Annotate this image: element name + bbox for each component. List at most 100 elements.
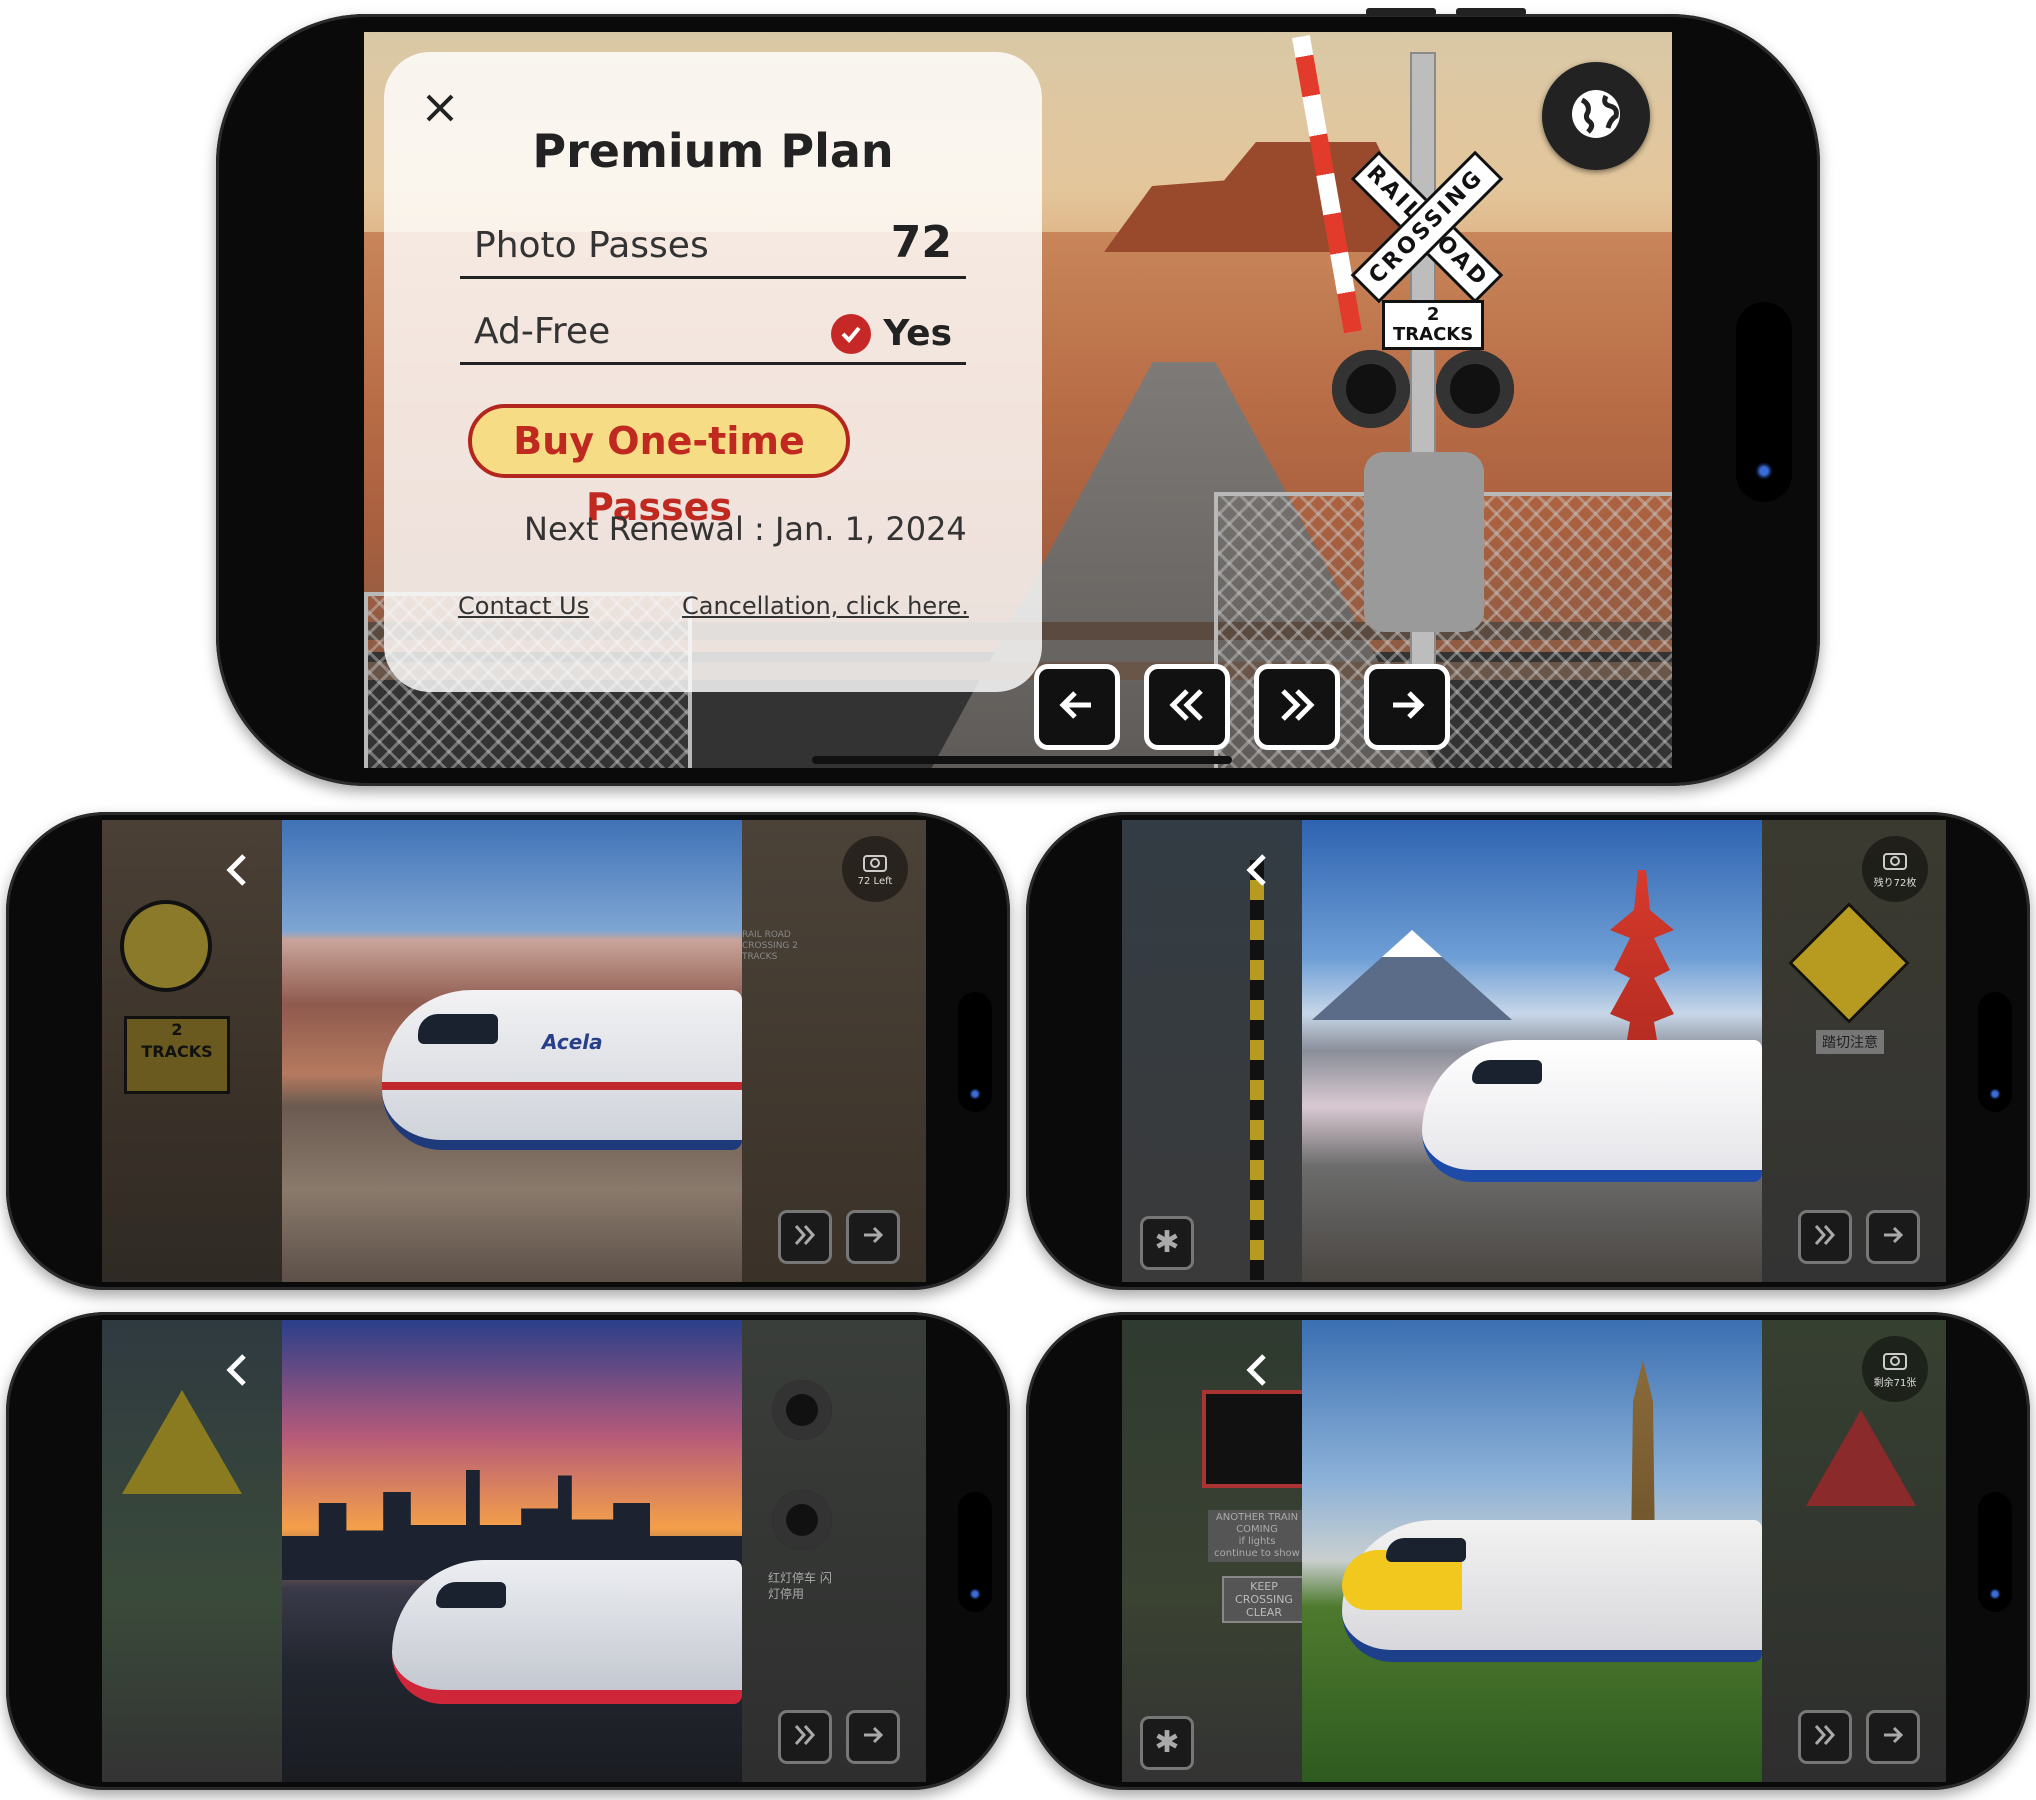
asterisk-icon: ✱ <box>1154 1225 1180 1260</box>
camera-icon <box>1882 849 1908 874</box>
steam-train-warning-sign <box>122 1390 242 1494</box>
camera-button[interactable]: 72 Left <box>842 836 908 902</box>
next-button[interactable] <box>1866 1210 1920 1264</box>
train-photo-big-ben <box>1302 1320 1762 1782</box>
mount-fuji <box>1312 930 1512 1020</box>
sign-line: CLEAR <box>1246 1606 1282 1619</box>
sign-line: ANOTHER TRAIN <box>1215 1512 1299 1523</box>
phone-button <box>1366 8 1436 16</box>
fast-forward-icon <box>792 1222 818 1252</box>
close-button[interactable] <box>420 88 460 128</box>
signal-lamp-top <box>772 1380 832 1440</box>
front-camera <box>969 1088 981 1100</box>
sign-line: CROSSING <box>1235 1593 1293 1606</box>
train-window <box>436 1582 506 1608</box>
arrow-right-icon <box>1880 1722 1906 1752</box>
train-photo-shanghai <box>282 1320 742 1782</box>
photo-screen-3: 红灯停车 闪灯停用 <box>102 1320 926 1782</box>
panel-title: Premium Plan <box>532 124 894 178</box>
ad-free-row: Ad-Free Yes <box>460 298 966 365</box>
train-eurostar <box>1342 1520 1762 1662</box>
fast-forward-button[interactable] <box>1798 1210 1852 1264</box>
fast-forward-icon <box>792 1722 818 1752</box>
camera-icon <box>862 851 888 876</box>
camera-button[interactable]: 剩余71张 <box>1862 1336 1928 1402</box>
next-button[interactable] <box>846 1210 900 1264</box>
signal-lamp-left <box>1332 350 1410 428</box>
photo-phone-1: 2 TRACKS Acela RAIL ROAD CROSSING 2 TRAC… <box>6 812 1010 1290</box>
dynamic-island <box>1736 302 1792 502</box>
fast-forward-icon <box>1275 683 1319 731</box>
dynamic-island <box>958 992 992 1112</box>
photos-left-badge: 剩余71张 <box>1873 1378 1917 1389</box>
sign-line: if lights <box>1238 1536 1276 1547</box>
main-phone-frame: RAIL ROAD CROSSING 2 TRACKS <box>216 8 1820 786</box>
photo-screen-2: ✱ 踏切注意 残り72枚 <box>1122 820 1946 1282</box>
signal-instruction-plate: 红灯停车 闪灯停用 <box>768 1571 832 1601</box>
back-button[interactable] <box>218 1350 258 1390</box>
premium-plan-panel: Premium Plan Photo Passes 72 Ad-Free Yes… <box>384 52 1042 692</box>
gate-mechanism <box>1364 452 1484 632</box>
photo-screen-1: 2 TRACKS Acela RAIL ROAD CROSSING 2 TRAC… <box>102 820 926 1282</box>
asterisk-icon: ✱ <box>1154 1725 1180 1760</box>
train-window <box>1472 1060 1542 1084</box>
train-acela: Acela <box>382 990 742 1150</box>
train-window <box>418 1014 498 1044</box>
fast-forward-button[interactable] <box>778 1210 832 1264</box>
dynamic-island <box>1978 1492 2012 1612</box>
camera-button[interactable]: 残り72枚 <box>1862 836 1928 902</box>
fast-forward-button[interactable] <box>778 1710 832 1764</box>
dynamic-island <box>958 1492 992 1612</box>
sign-line: COMING <box>1236 1524 1278 1535</box>
next-button[interactable] <box>1364 664 1450 750</box>
front-camera <box>1989 1588 2001 1600</box>
rewind-icon <box>1165 683 1209 731</box>
train-logo: Acela <box>542 1030 603 1054</box>
photo-phone-2: ✱ 踏切注意 残り72枚 <box>1026 812 2030 1290</box>
fast-forward-icon <box>1812 1222 1838 1252</box>
fast-forward-button[interactable] <box>1798 1710 1852 1764</box>
front-camera <box>1755 462 1773 480</box>
back-button[interactable] <box>1238 1350 1278 1390</box>
star-button[interactable]: ✱ <box>1140 1216 1194 1270</box>
train-window <box>1386 1538 1466 1562</box>
star-button[interactable]: ✱ <box>1140 1716 1194 1770</box>
back-button[interactable] <box>218 850 258 890</box>
cancellation-link[interactable]: Cancellation, click here. <box>682 592 969 620</box>
chevron-left-icon <box>1238 1354 1278 1394</box>
chevron-left-icon <box>1238 854 1278 894</box>
another-train-coming-sign: ANOTHER TRAIN COMING if lights continue … <box>1208 1510 1306 1562</box>
train-photo-grand-canyon: Acela <box>282 820 742 1282</box>
rewind-button[interactable] <box>1144 664 1230 750</box>
arrow-left-icon <box>1055 683 1099 731</box>
arrow-right-icon <box>860 1722 886 1752</box>
dimmed-scene-right: 踏切注意 残り72枚 <box>1762 820 1946 1282</box>
next-button[interactable] <box>1866 1710 1920 1764</box>
contact-us-link[interactable]: Contact Us <box>458 592 589 620</box>
crossing-pole <box>1250 860 1264 1280</box>
arrow-right-icon <box>1385 683 1429 731</box>
crossbuck-text: RAIL ROAD CROSSING 2 TRACKS <box>742 930 798 962</box>
train-high-speed <box>392 1560 742 1704</box>
front-camera <box>1989 1088 2001 1100</box>
language-globe-button[interactable] <box>1542 62 1650 170</box>
fast-forward-icon <box>1812 1722 1838 1752</box>
fast-forward-button[interactable] <box>1254 664 1340 750</box>
back-button[interactable] <box>1238 850 1278 890</box>
arrow-right-icon <box>1880 1222 1906 1252</box>
photos-left-badge: 残り72枚 <box>1873 878 1917 889</box>
crossing-signal-box <box>1202 1390 1310 1488</box>
ad-free-status: Yes <box>831 313 952 354</box>
previous-button[interactable] <box>1034 664 1120 750</box>
train-stripe <box>382 1082 742 1090</box>
tracks-number: 2 <box>1426 304 1440 325</box>
next-button[interactable] <box>846 1710 900 1764</box>
arrow-right-icon <box>860 1222 886 1252</box>
buy-one-time-passes-button[interactable]: Buy One-time Passes <box>468 404 850 529</box>
dimmed-scene-right: RAIL ROAD CROSSING 2 TRACKS 72 Left <box>742 820 926 1282</box>
level-crossing-warning-sign <box>1788 902 1910 1024</box>
main-screen: RAIL ROAD CROSSING 2 TRACKS <box>364 32 1672 768</box>
chevron-left-icon <box>218 1354 258 1394</box>
crossing-caution-plate: 踏切注意 <box>1816 1030 1884 1054</box>
dimmed-scene-right: 红灯停车 闪灯停用 <box>742 1320 926 1782</box>
